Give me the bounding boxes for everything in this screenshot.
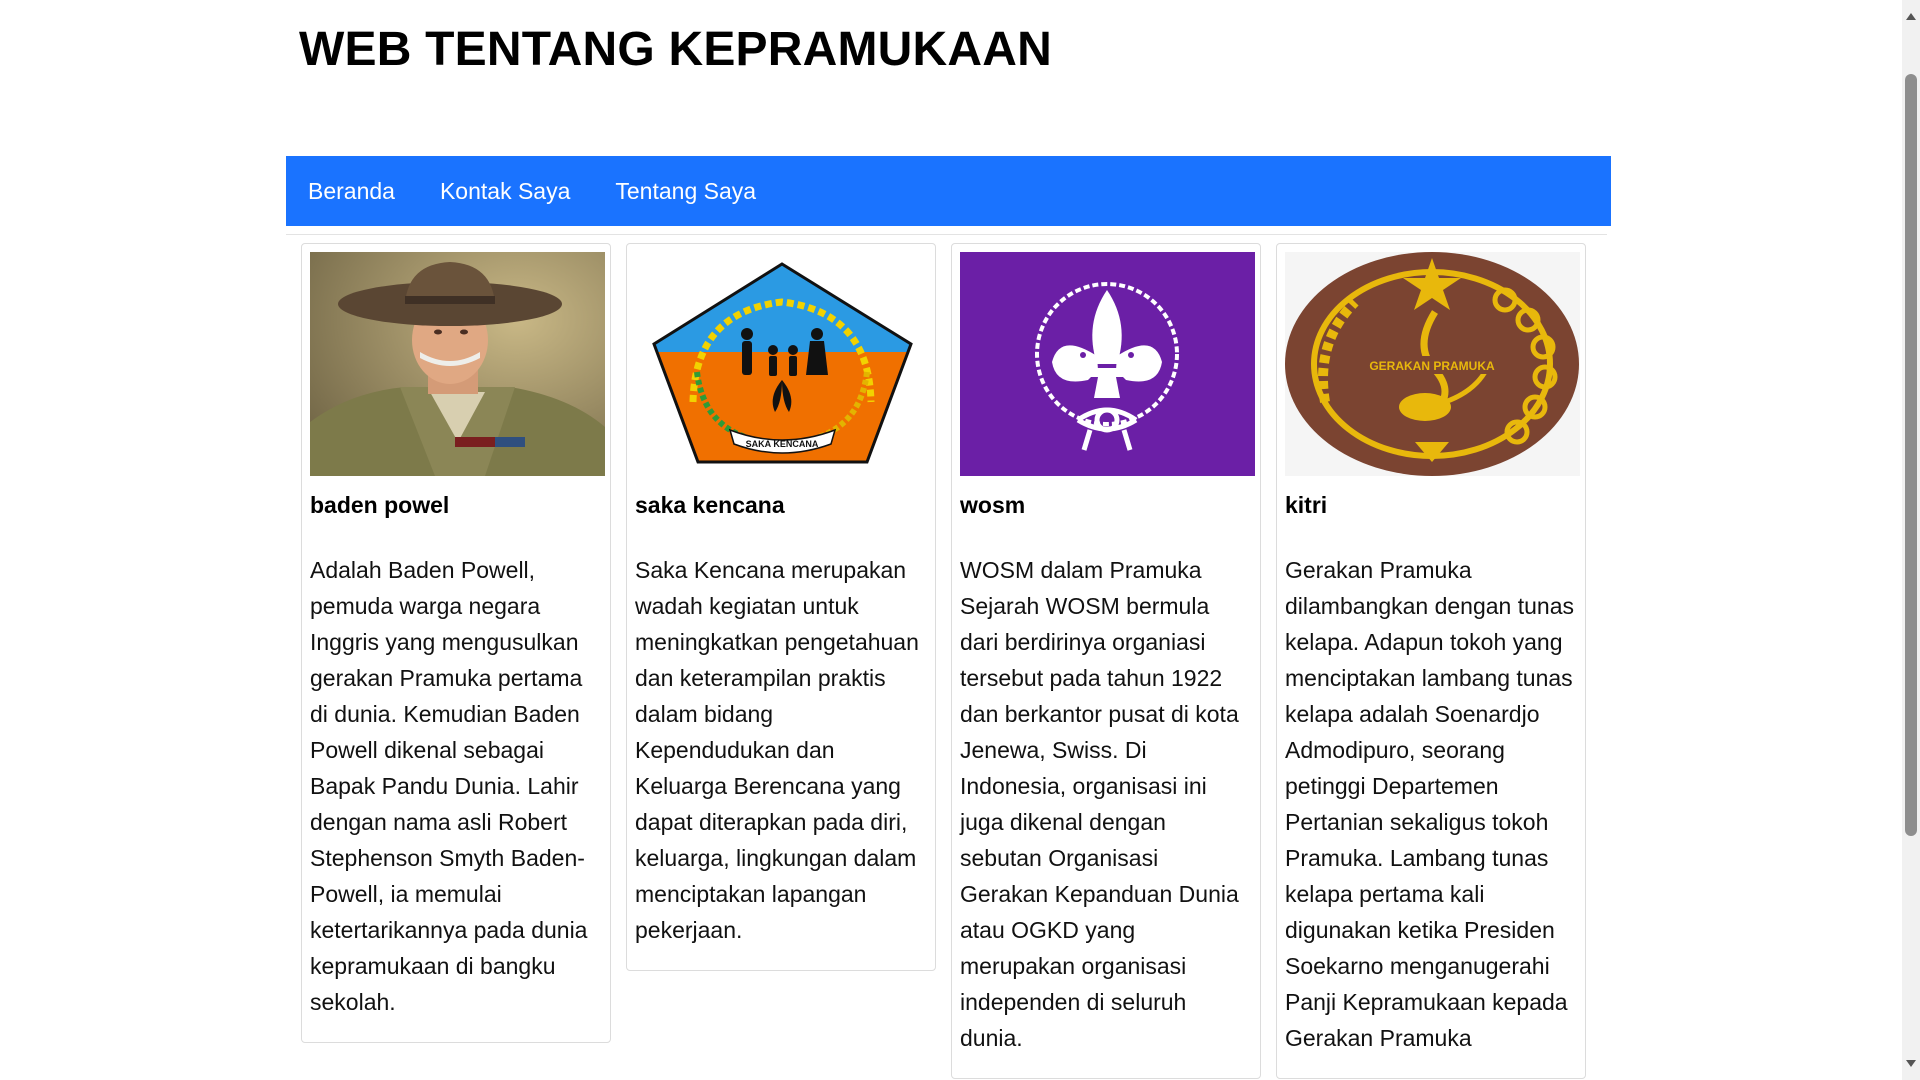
card-text: WOSM dalam Pramuka Sejarah WOSM bermula …	[960, 557, 1239, 1051]
scroll-thumb[interactable]	[1905, 74, 1917, 836]
card-title: baden powel	[310, 492, 450, 518]
svg-text:GERAKAN PRAMUKA: GERAKAN PRAMUKA	[1369, 359, 1495, 373]
scroll-down-arrow-icon[interactable]	[1906, 1060, 1916, 1067]
baden-powell-portrait-image	[310, 252, 605, 476]
card-wosm: wosm WOSM dalam Pramuka Sejarah WOSM ber…	[951, 243, 1261, 1079]
card-title: saka kencana	[635, 492, 785, 518]
card-title: wosm	[960, 492, 1026, 518]
main-navbar: Beranda Kontak Saya Tentang Saya	[286, 156, 1611, 226]
card-text: Adalah Baden Powell, pemuda warga negara…	[310, 557, 588, 1015]
card-text: Saka Kencana merupakan wadah kegiatan un…	[635, 557, 919, 943]
page-scrollbar[interactable]	[1902, 0, 1920, 1080]
card-saka-kencana: SAKA KENCANA saka kencana Saka Kencana m…	[626, 243, 936, 971]
nav-divider	[286, 234, 1607, 235]
wosm-logo-image	[960, 252, 1255, 476]
scroll-up-arrow-icon[interactable]	[1906, 13, 1916, 20]
svg-text:SAKA KENCANA: SAKA KENCANA	[746, 439, 819, 449]
nav-link-kontak-saya[interactable]: Kontak Saya	[440, 156, 570, 226]
card-title: kitri	[1285, 492, 1328, 518]
saka-kencana-logo-image: SAKA KENCANA	[635, 252, 930, 476]
card-text: Gerakan Pramuka dilambangkan dengan tuna…	[1285, 557, 1575, 1051]
nav-link-beranda[interactable]: Beranda	[308, 156, 395, 226]
card-baden-powel: baden powel Adalah Baden Powell, pemuda …	[301, 243, 611, 1043]
page-title: WEB TENTANG KEPRAMUKAAN	[299, 23, 1053, 76]
nav-link-tentang-saya[interactable]: Tentang Saya	[615, 156, 756, 226]
gerakan-pramuka-badge-image: GERAKAN PRAMUKA	[1285, 252, 1580, 476]
card-kitri: GERAKAN PRAMUKA kitri Gerakan Pramuka di…	[1276, 243, 1586, 1079]
